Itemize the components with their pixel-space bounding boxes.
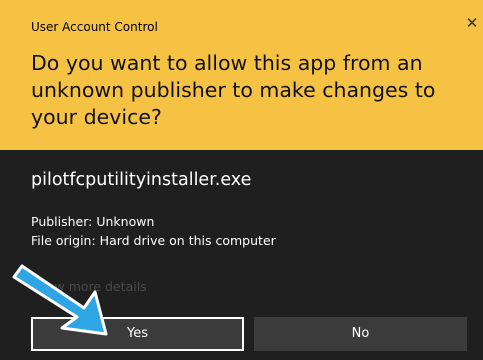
dialog-title: User Account Control <box>31 20 158 34</box>
close-icon[interactable]: ✕ <box>464 15 480 31</box>
show-more-details-link[interactable]: Show more details <box>31 279 147 294</box>
file-origin-text: File origin: Hard drive on this computer <box>31 233 276 248</box>
permission-question: Do you want to allow this app from an un… <box>31 51 436 129</box>
publisher-text: Publisher: Unknown <box>31 214 155 229</box>
app-name: pilotfcputilityinstaller.exe <box>31 170 252 190</box>
no-button[interactable]: No <box>254 317 467 351</box>
yes-button[interactable]: Yes <box>31 317 244 351</box>
